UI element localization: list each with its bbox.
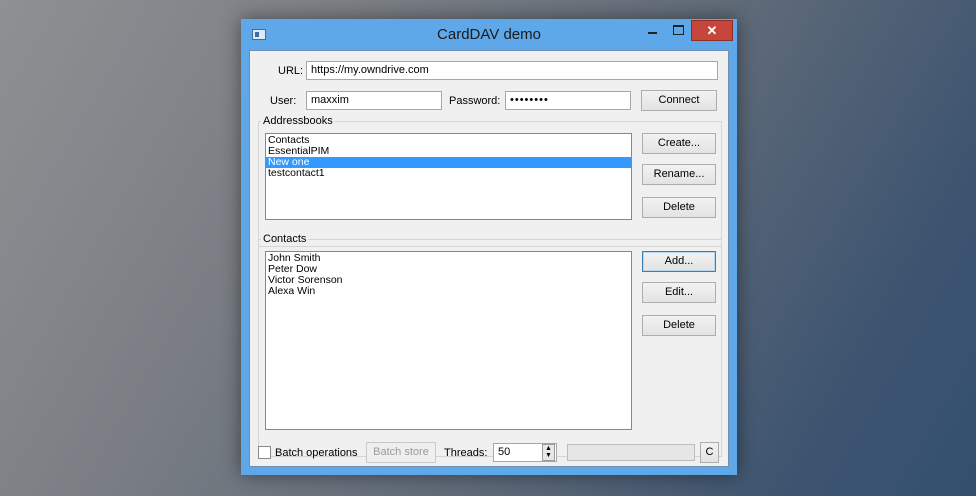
contact-item[interactable]: Victor Sorenson <box>266 275 631 286</box>
edit-contact-button[interactable]: Edit... <box>642 282 716 303</box>
threads-label: Threads: <box>444 447 488 459</box>
cancel-button[interactable]: C <box>700 442 719 463</box>
app-window: CardDAV demo ✕ URL: https://my.owndrive.… <box>241 19 737 475</box>
contact-item[interactable]: Alexa Win <box>266 286 631 297</box>
close-button[interactable]: ✕ <box>691 20 733 41</box>
minimize-button[interactable] <box>639 20 665 41</box>
add-contact-button[interactable]: Add... <box>642 251 716 272</box>
rename-addressbook-button[interactable]: Rename... <box>642 164 716 185</box>
spin-down-icon[interactable]: ▼ <box>543 452 554 459</box>
url-label: URL: <box>278 65 304 77</box>
threads-spin-buttons[interactable]: ▲ ▼ <box>542 444 555 461</box>
delete-addressbook-button[interactable]: Delete <box>642 197 716 218</box>
maximize-button[interactable] <box>665 20 691 41</box>
title-bar[interactable]: CardDAV demo ✕ <box>241 19 737 50</box>
delete-contact-button[interactable]: Delete <box>642 315 716 336</box>
batch-store-button[interactable]: Batch store <box>366 442 436 463</box>
user-label: User: <box>270 95 297 107</box>
password-input[interactable]: •••••••• <box>505 91 631 110</box>
contact-item[interactable]: John Smith <box>266 253 631 264</box>
addressbooks-list[interactable]: Contacts EssentialPIM New one testcontac… <box>265 133 632 220</box>
batch-progress-bar <box>567 444 695 461</box>
maximize-icon <box>672 25 684 35</box>
addressbooks-group: Addressbooks Contacts EssentialPIM New o… <box>258 115 722 247</box>
contacts-title: Contacts <box>261 233 309 245</box>
create-addressbook-button[interactable]: Create... <box>642 133 716 154</box>
user-input[interactable]: maxxim <box>306 91 442 110</box>
contacts-group: Contacts John Smith Peter Dow Victor Sor… <box>258 233 722 457</box>
url-input[interactable]: https://my.owndrive.com <box>306 61 718 80</box>
connect-button[interactable]: Connect <box>641 90 717 111</box>
addressbook-item-essentialpim[interactable]: EssentialPIM <box>266 146 631 157</box>
minimize-icon <box>647 32 657 34</box>
contacts-list[interactable]: John Smith Peter Dow Victor Sorenson Ale… <box>265 251 632 430</box>
close-icon: ✕ <box>706 23 718 38</box>
addressbooks-title: Addressbooks <box>261 115 335 127</box>
window-client-area: URL: https://my.owndrive.com User: maxxi… <box>249 50 729 467</box>
addressbook-item-testcontact1[interactable]: testcontact1 <box>266 168 631 179</box>
spin-up-icon[interactable]: ▲ <box>543 445 554 452</box>
password-label: Password: <box>449 95 501 107</box>
batch-operations-label[interactable]: Batch operations <box>275 447 358 459</box>
batch-operations-checkbox[interactable] <box>258 446 271 459</box>
